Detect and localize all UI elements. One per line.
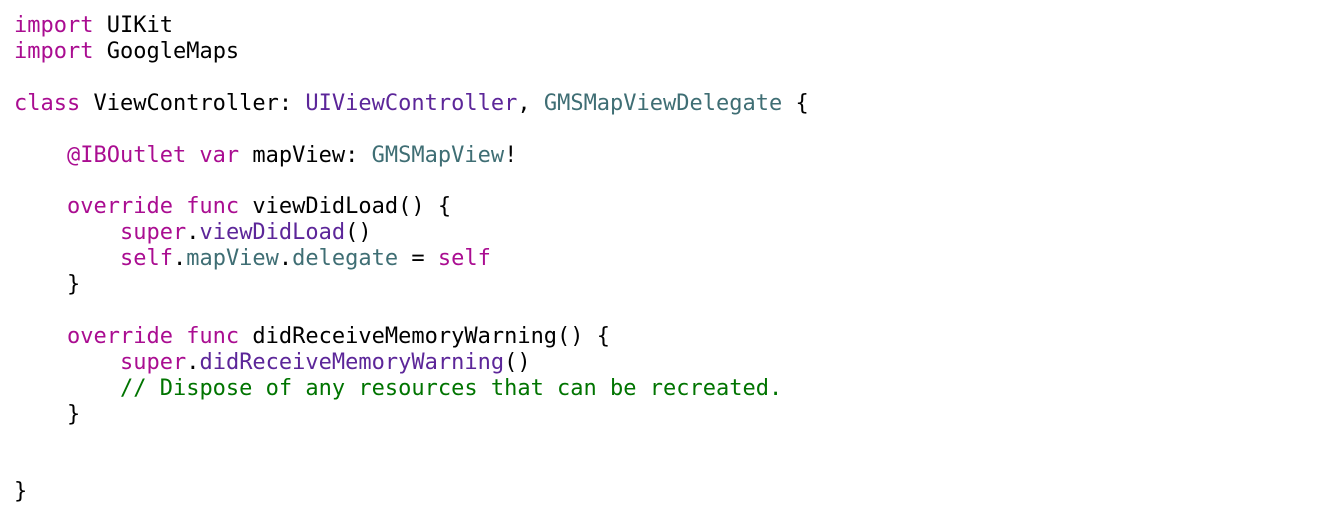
code-token-method-call: didReceiveMemoryWarning: [199, 349, 505, 375]
code-token-method-call: viewDidLoad: [199, 220, 346, 246]
code-line[interactable]: class ViewController: UIViewController, …: [14, 91, 809, 117]
code-line[interactable]: override func didReceiveMemoryWarning() …: [14, 324, 610, 350]
code-token-plain: (): [504, 349, 531, 375]
code-token-plain: }: [14, 401, 81, 427]
code-token-plain: }: [14, 272, 81, 297]
code-line[interactable]: }: [14, 402, 80, 428]
code-token-plain: ViewController:: [80, 90, 306, 116]
code-token-plain: =: [398, 246, 438, 272]
code-token-keyword: self: [437, 246, 491, 272]
code-token-keyword: @IBOutlet var: [66, 142, 240, 168]
code-token-type: mapView: [186, 246, 279, 272]
code-token-type: GMSMapViewDelegate: [543, 90, 783, 116]
code-line[interactable]: // Dispose of any resources that can be …: [14, 376, 782, 402]
code-token-plain: {: [782, 90, 809, 116]
code-token-keyword: super: [119, 349, 187, 375]
code-token-type: GMSMapView: [371, 142, 505, 168]
code-token-plain: GoogleMaps: [93, 38, 240, 64]
code-line[interactable]: import GoogleMaps: [14, 39, 239, 65]
code-token-plain: .: [278, 246, 293, 272]
code-token-plain: .: [172, 246, 187, 272]
code-editor[interactable]: import UIKit import GoogleMaps class ViewC…: [0, 0, 1336, 530]
code-token-plain: .: [186, 349, 200, 375]
code-line[interactable]: }: [14, 479, 27, 505]
code-token-keyword: override func: [66, 323, 240, 349]
code-line[interactable]: super.didReceiveMemoryWarning(): [14, 350, 531, 376]
code-token-keyword: class: [14, 90, 81, 116]
code-line[interactable]: import UIKit: [14, 13, 173, 39]
code-token-keyword: import: [14, 38, 94, 64]
code-token-keyword: self: [119, 246, 173, 272]
code-token-plain: !: [504, 142, 518, 168]
code-line[interactable]: }: [14, 272, 80, 298]
code-token-keyword: override func: [66, 194, 240, 220]
code-token-plain: .: [186, 220, 200, 246]
code-token-plain: (): [345, 220, 372, 246]
code-token-keyword: super: [119, 220, 187, 246]
code-token-plain: ,: [517, 90, 544, 116]
code-token-plain: didReceiveMemoryWarning() {: [239, 323, 611, 349]
code-line[interactable]: @IBOutlet var mapView: GMSMapView!: [14, 143, 517, 169]
code-line[interactable]: override func viewDidLoad() {: [14, 194, 451, 220]
code-token-type: delegate: [292, 246, 399, 272]
code-line[interactable]: self.mapView.delegate = self: [14, 246, 491, 272]
code-token-plain: UIKit: [93, 13, 173, 38]
code-token-keyword: import: [14, 13, 94, 38]
code-token-plain: mapView:: [239, 142, 372, 168]
code-line[interactable]: super.viewDidLoad(): [14, 220, 372, 246]
code-token-comment: // Dispose of any resources that can be …: [119, 375, 783, 401]
code-token-plain: viewDidLoad() {: [239, 194, 452, 220]
code-token-method-call: UIViewController: [305, 90, 518, 116]
code-token-plain: }: [14, 479, 28, 505]
